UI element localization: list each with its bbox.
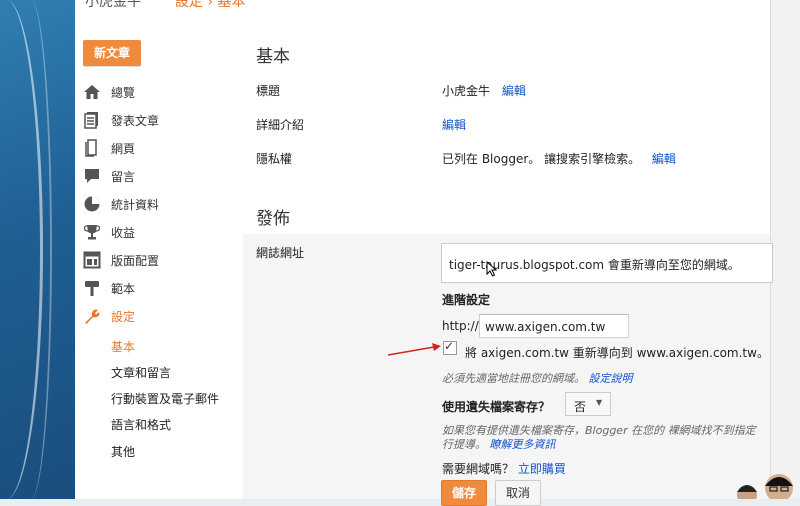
top-bar: 小虎金牛 設定 › 基本 bbox=[75, 0, 770, 8]
title-value: 小虎金牛 編輯 bbox=[442, 82, 526, 99]
sidebar-item-label: 留言 bbox=[111, 169, 136, 184]
cancel-button[interactable]: 取消 bbox=[495, 480, 541, 506]
save-button[interactable]: 儲存 bbox=[441, 480, 487, 506]
missing-files-select[interactable]: 否 ▼ bbox=[565, 392, 611, 416]
posts-icon bbox=[83, 111, 101, 129]
template-icon bbox=[83, 279, 101, 297]
redirect-checkbox[interactable] bbox=[443, 339, 457, 355]
learn-more-link[interactable]: 瞭解更多資訊 bbox=[490, 438, 556, 451]
sidebar-item-comments[interactable]: 留言 bbox=[83, 164, 233, 188]
blog-address-label: 網誌網址 bbox=[256, 246, 305, 260]
custom-domain-value: www.axigen.com.tw bbox=[485, 320, 606, 334]
chevron-down-icon: ▼ bbox=[596, 398, 603, 407]
need-domain: 需要網域嗎？ 立即購買 bbox=[442, 460, 566, 477]
need-domain-text: 需要網域嗎？ bbox=[442, 462, 515, 476]
settings-subitem-mobile-email[interactable]: 行動裝置及電子郵件 bbox=[111, 390, 219, 407]
basic-section-title: 基本 bbox=[256, 47, 290, 67]
stats-icon bbox=[83, 195, 101, 213]
pages-icon bbox=[83, 139, 101, 157]
advanced-settings-label: 進階設定 bbox=[442, 293, 491, 307]
mouse-cursor-icon bbox=[486, 261, 498, 277]
sidebar-item-layout[interactable]: 版面配置 bbox=[83, 248, 233, 272]
missing-files-note-2-text: 行提導。 bbox=[442, 438, 486, 451]
privacy-value: 已列在 Blogger。 讓搜索引擎檢索。 編輯 bbox=[442, 150, 676, 167]
settings-subitem-basic[interactable]: 基本 bbox=[111, 338, 135, 355]
sidebar-item-label: 網頁 bbox=[111, 141, 136, 156]
settings-subitem-other[interactable]: 其他 bbox=[111, 443, 135, 460]
sidebar-item-overview[interactable]: 總覽 bbox=[83, 80, 233, 104]
presenter-webcam bbox=[737, 474, 793, 499]
edit-privacy-link[interactable]: 編輯 bbox=[652, 152, 676, 166]
title-text: 小虎金牛 bbox=[442, 84, 491, 98]
comments-icon bbox=[83, 167, 101, 185]
setup-instructions-link[interactable]: 設定說明 bbox=[589, 372, 633, 385]
edit-description-link[interactable]: 編輯 bbox=[442, 116, 466, 133]
annotation-arrow bbox=[388, 343, 441, 356]
buy-now-link[interactable]: 立即購買 bbox=[518, 462, 566, 476]
sidebar: 新文章 總覽 發表文章 網頁 留言 統計資料 收益 版面配置 範本 設定 基本 … bbox=[75, 8, 235, 499]
sidebar-item-label: 設定 bbox=[111, 309, 136, 324]
settings-subitem-posts-comments[interactable]: 文章和留言 bbox=[111, 364, 171, 381]
new-post-button[interactable]: 新文章 bbox=[83, 40, 141, 66]
sidebar-item-label: 版面配置 bbox=[111, 253, 160, 268]
settings-main: 基本 標題 小虎金牛 編輯 詳細介紹 編輯 隱私權 已列在 Blogger。 讓… bbox=[243, 8, 773, 506]
sidebar-item-settings[interactable]: 設定 bbox=[83, 304, 233, 328]
blog-address-box: tiger-taurus.blogspot.com 會重新導向至您的網域。 bbox=[441, 243, 773, 283]
dns-note: 必須先適當地註冊您的網域。 設定說明 bbox=[442, 370, 633, 386]
edit-title-link[interactable]: 編輯 bbox=[502, 84, 526, 98]
wrench-icon bbox=[83, 307, 101, 325]
custom-domain-input[interactable]: www.axigen.com.tw bbox=[479, 314, 629, 338]
missing-files-note-2: 行提導。 瞭解更多資訊 bbox=[442, 436, 556, 452]
desktop-background-right bbox=[770, 0, 800, 499]
layout-icon bbox=[83, 251, 101, 269]
http-prefix: http:// bbox=[442, 319, 479, 333]
trophy-icon bbox=[83, 223, 101, 241]
sidebar-item-label: 範本 bbox=[111, 281, 136, 296]
publish-section-title: 發佈 bbox=[256, 209, 290, 229]
sidebar-item-label: 發表文章 bbox=[111, 113, 160, 128]
missing-files-value: 否 bbox=[574, 400, 587, 414]
missing-files-label: 使用遺失檔案寄存？ bbox=[442, 400, 551, 414]
breadcrumb: 設定 › 基本 bbox=[175, 0, 246, 8]
sidebar-item-posts[interactable]: 發表文章 bbox=[83, 108, 233, 132]
sidebar-item-label: 總覽 bbox=[111, 85, 136, 100]
sidebar-item-label: 統計資料 bbox=[111, 197, 160, 212]
privacy-text: 已列在 Blogger。 讓搜索引擎檢索。 bbox=[442, 152, 641, 166]
desktop-background-left bbox=[0, 0, 75, 499]
home-icon bbox=[83, 83, 101, 101]
sidebar-item-label: 收益 bbox=[111, 225, 136, 240]
description-label: 詳細介紹 bbox=[256, 118, 305, 132]
redirect-label: 將 axigen.com.tw 重新導向到 www.axigen.com.tw。 bbox=[465, 346, 769, 360]
dns-note-text: 必須先適當地註冊您的網域。 bbox=[442, 372, 585, 385]
sidebar-item-pages[interactable]: 網頁 bbox=[83, 136, 233, 160]
sidebar-item-earnings[interactable]: 收益 bbox=[83, 220, 233, 244]
blogger-settings-window: 小虎金牛 設定 › 基本 新文章 總覽 發表文章 網頁 留言 統計資料 收益 版… bbox=[75, 0, 773, 506]
sidebar-item-stats[interactable]: 統計資料 bbox=[83, 192, 233, 216]
title-label: 標題 bbox=[256, 84, 281, 98]
privacy-label: 隱私權 bbox=[256, 152, 293, 166]
blog-name: 小虎金牛 bbox=[85, 0, 141, 8]
sidebar-item-template[interactable]: 範本 bbox=[83, 276, 233, 300]
settings-subitem-language-format[interactable]: 語言和格式 bbox=[111, 416, 171, 433]
